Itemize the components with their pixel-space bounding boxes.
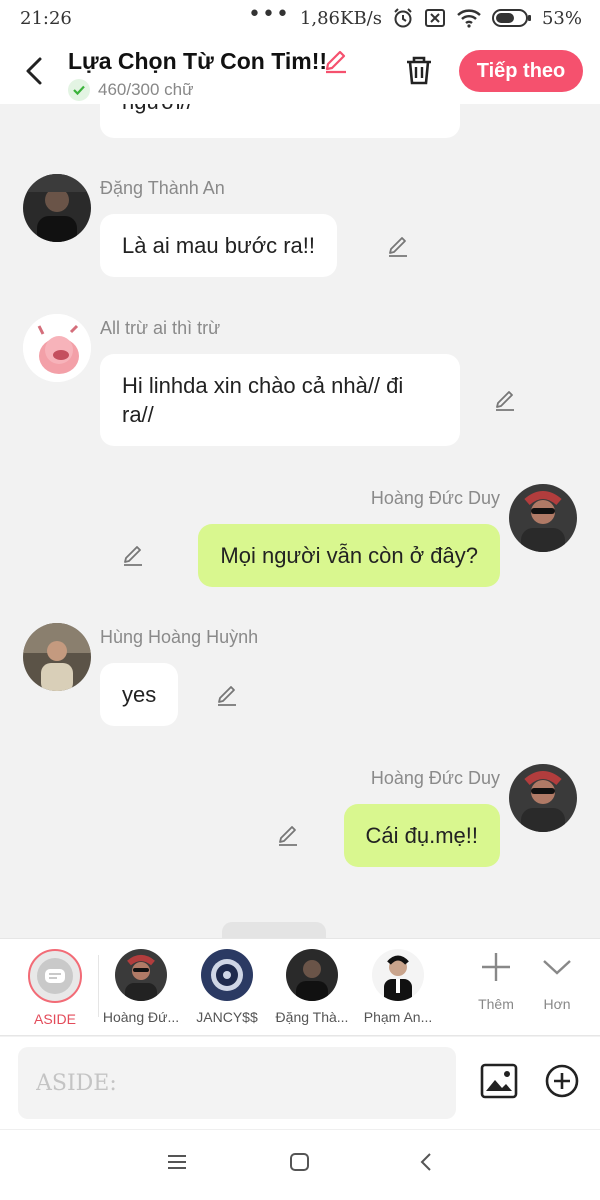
edit-message-icon[interactable]: [121, 543, 145, 567]
character-aside[interactable]: ASIDE: [10, 949, 100, 1027]
battery-percent: 53%: [541, 7, 582, 29]
back-icon[interactable]: [416, 1152, 438, 1172]
add-circle-icon[interactable]: [544, 1063, 580, 1099]
scroll-handle[interactable]: [222, 922, 326, 938]
sender-name: Hoàng Đức Duy: [370, 768, 500, 788]
avatar[interactable]: [509, 764, 577, 832]
status-bar: 21:26 ••• 1,86KB/s 53%: [0, 0, 600, 38]
add-label: Thêm: [478, 996, 514, 1012]
input-bar: [0, 1037, 600, 1129]
edit-message-icon[interactable]: [215, 683, 239, 707]
more-label: Hơn: [543, 996, 571, 1012]
message-text: Mọi người vẫn còn ở đây?: [220, 543, 478, 568]
network-speed: 1,86KB/s: [299, 7, 382, 29]
character-jancy[interactable]: JANCY$$: [182, 949, 272, 1025]
message-bubble[interactable]: Là ai mau bước ra!!: [100, 214, 338, 277]
more-dots-icon: •••: [247, 2, 290, 27]
chevron-down-icon: [543, 960, 571, 975]
message-text: Hi linhda xin chào cả nhà// đi ra//: [122, 373, 404, 427]
message-input[interactable]: [18, 1047, 456, 1119]
char-count: 460/300 chữ: [98, 80, 194, 99]
character-bar: ASIDE Hoàng Đứ... JANCY$$ Đặng Thà... Ph…: [0, 938, 600, 1036]
add-character-button[interactable]: Thêm: [466, 951, 526, 1012]
character-label: ASIDE: [33, 1011, 76, 1027]
header: Lựa Chọn Từ Con Tim!! 460/300 chữ Tiếp t…: [0, 38, 600, 104]
sender-name: Đặng Thành An: [100, 178, 225, 198]
message-text: yes: [122, 682, 157, 707]
message-text: người//: [122, 104, 193, 114]
sender-name: Hùng Hoàng Huỳnh: [100, 627, 259, 647]
char-count-row: 460/300 chữ: [68, 79, 194, 101]
message-bubble[interactable]: người//: [100, 104, 460, 138]
message-bubble[interactable]: Mọi người vẫn còn ở đây?: [198, 524, 500, 587]
sender-name: Hoàng Đức Duy: [370, 488, 500, 508]
trash-icon[interactable]: [404, 54, 434, 86]
character-dang-thanh[interactable]: Đặng Thà...: [267, 949, 357, 1025]
aside-icon: [28, 949, 82, 1003]
sender-name: All trừ ai thì trừ: [100, 318, 221, 338]
avatar: [286, 949, 338, 1001]
check-icon: [68, 79, 90, 101]
status-time: 21:26: [20, 8, 72, 29]
battery-icon: [491, 9, 531, 27]
image-icon[interactable]: [480, 1063, 518, 1099]
avatar[interactable]: [23, 314, 91, 382]
avatar: [372, 949, 424, 1001]
menu-icon[interactable]: [166, 1152, 188, 1172]
avatar: [201, 949, 253, 1001]
more-button[interactable]: Hơn: [527, 951, 587, 1012]
story-title[interactable]: Lựa Chọn Từ Con Tim!!: [68, 48, 327, 75]
character-label: JANCY$$: [196, 1009, 258, 1025]
character-pham-an[interactable]: Phạm An...: [353, 949, 443, 1025]
system-nav-bar: [0, 1129, 600, 1200]
avatar[interactable]: [23, 174, 91, 242]
character-hoang-duc[interactable]: Hoàng Đứ...: [96, 949, 186, 1025]
character-label: Đặng Thà...: [275, 1009, 349, 1025]
next-button[interactable]: Tiếp theo: [459, 50, 583, 92]
edit-message-icon[interactable]: [386, 234, 410, 258]
edit-title-icon[interactable]: [323, 48, 349, 74]
home-icon[interactable]: [289, 1152, 311, 1172]
chat-area[interactable]: người// Đặng Thành An Là ai mau bước ra!…: [0, 104, 600, 938]
avatar: [115, 949, 167, 1001]
edit-message-icon[interactable]: [276, 823, 300, 847]
back-arrow-icon[interactable]: [20, 54, 50, 88]
edit-message-icon[interactable]: [493, 388, 517, 412]
message-bubble[interactable]: Hi linhda xin chào cả nhà// đi ra//: [100, 354, 460, 446]
plus-icon: [482, 953, 510, 981]
message-text: Cái đụ.mẹ!!: [365, 823, 479, 848]
avatar[interactable]: [509, 484, 577, 552]
avatar[interactable]: [23, 623, 91, 691]
character-label: Phạm An...: [363, 1009, 433, 1025]
character-label: Hoàng Đứ...: [102, 1009, 180, 1025]
message-bubble[interactable]: yes: [100, 663, 179, 726]
no-sim-icon: [424, 9, 445, 27]
wifi-icon: [457, 9, 481, 28]
alarm-icon: [394, 8, 412, 28]
message-text: Là ai mau bước ra!!: [122, 233, 316, 258]
message-bubble[interactable]: Cái đụ.mẹ!!: [343, 804, 500, 867]
